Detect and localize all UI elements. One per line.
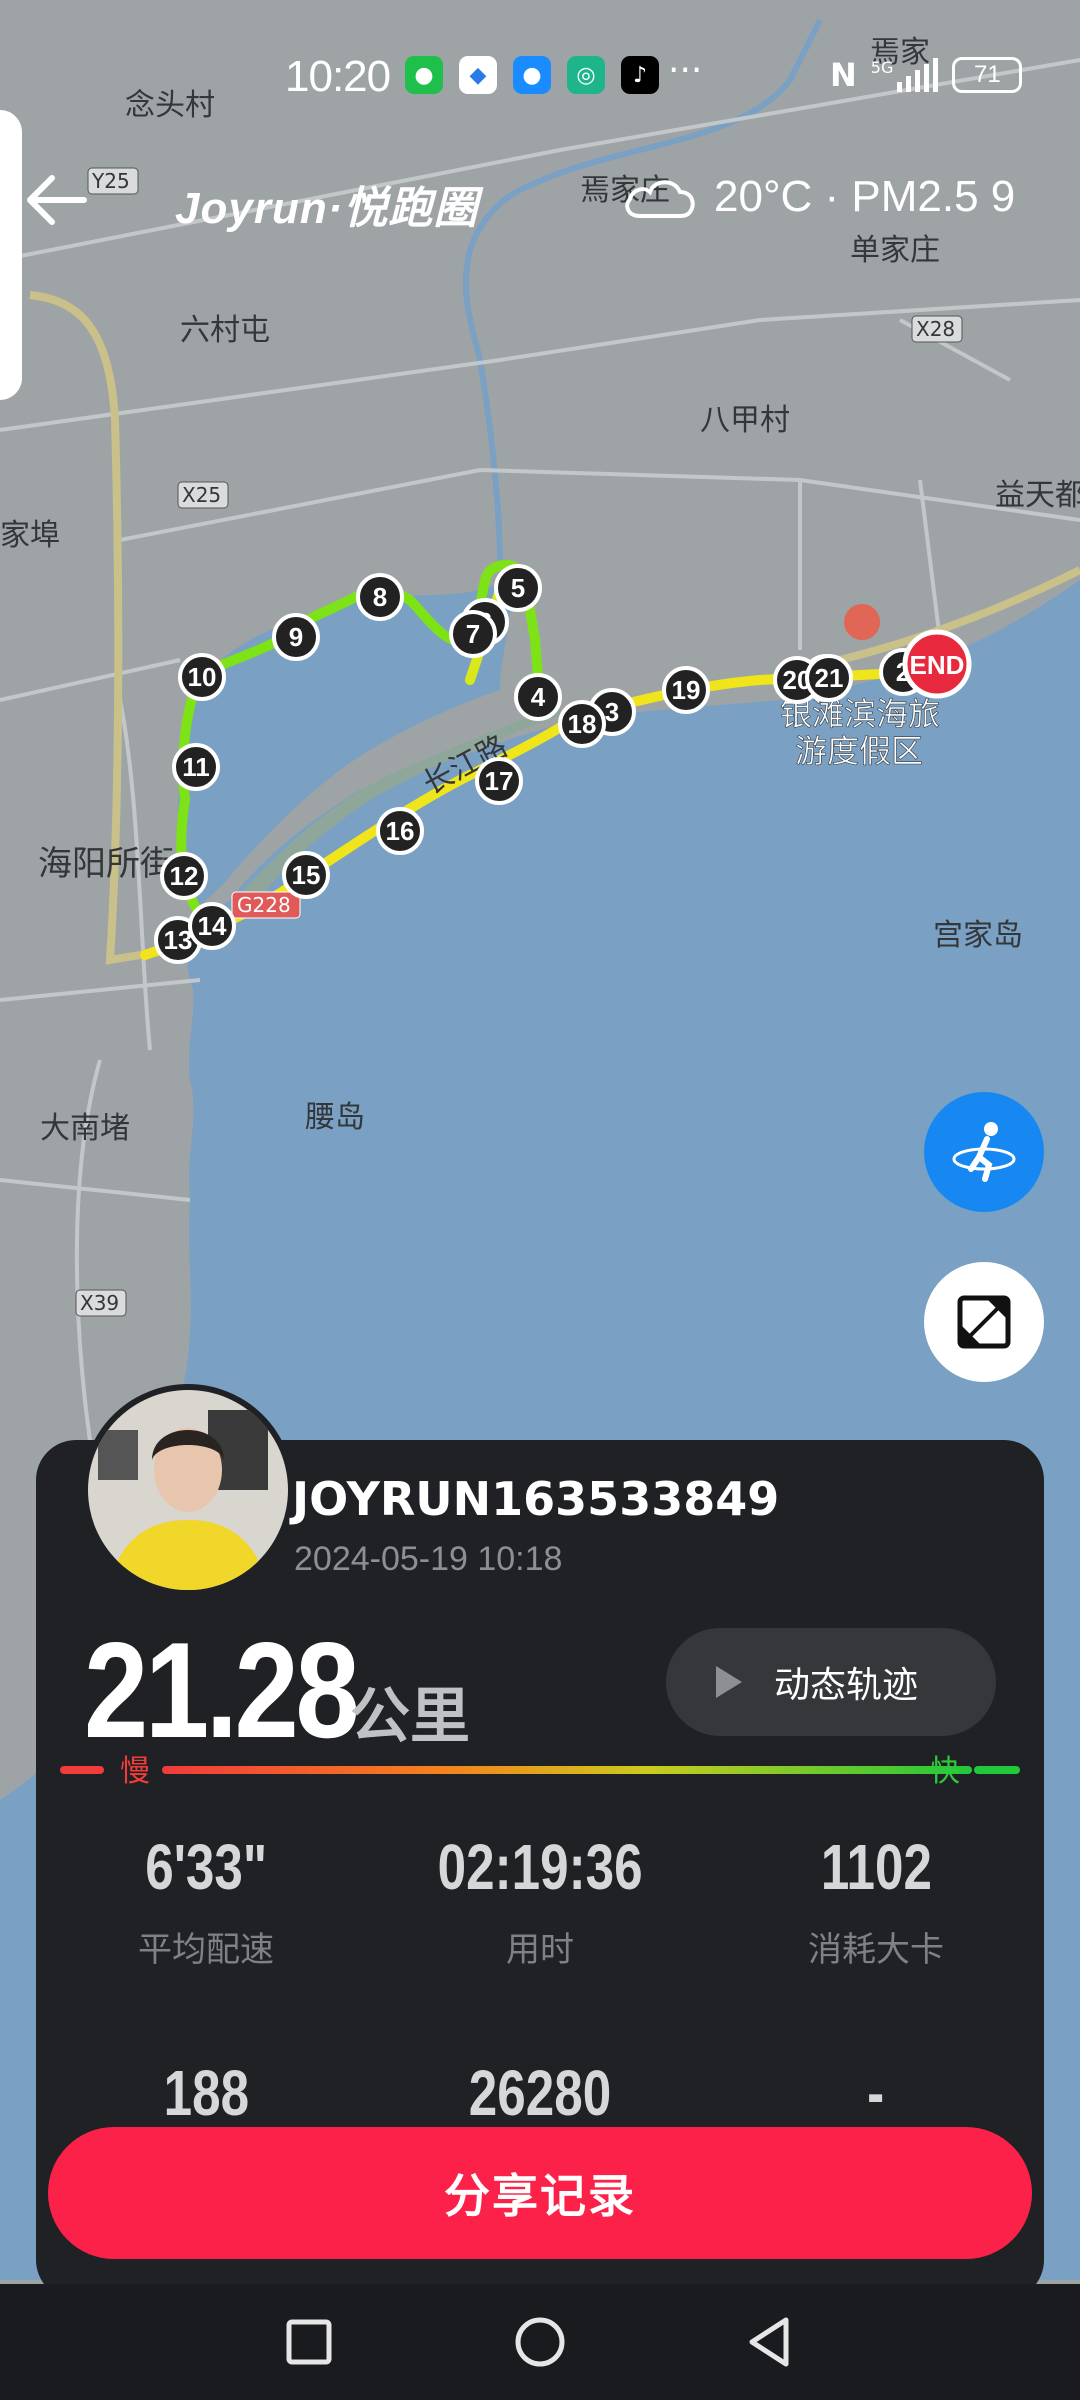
- distance-value: 21.28: [84, 1614, 360, 1766]
- run-datetime: 2024-05-19 10:18: [294, 1540, 563, 1578]
- fast-label: 快: [930, 1754, 960, 1789]
- km-marker-18: 18: [558, 700, 606, 748]
- km-marker-12: 12: [160, 852, 208, 900]
- back-nav-icon[interactable]: [740, 2312, 800, 2372]
- svg-text:海阳所街: 海阳所街: [38, 844, 174, 884]
- avatar[interactable]: [82, 1384, 294, 1596]
- km-marker-11: 11: [172, 743, 220, 791]
- distance-unit: 公里: [350, 1682, 470, 1752]
- tiktok-icon: ♪: [621, 56, 659, 94]
- shield-icon: ◆: [459, 56, 497, 94]
- svg-text:X25: X25: [182, 483, 221, 507]
- svg-text:21: 21: [815, 663, 844, 693]
- km-marker-17: 17: [475, 757, 523, 805]
- status-time: 10:20: [285, 52, 391, 101]
- svg-text:5: 5: [511, 573, 525, 603]
- fit-map-button[interactable]: [924, 1262, 1044, 1382]
- svg-text:17: 17: [485, 766, 514, 796]
- km-marker-19: 19: [662, 666, 710, 714]
- svg-text:六村屯: 六村屯: [180, 313, 270, 348]
- message-icon: ●: [513, 56, 551, 94]
- fit-screen-icon: [957, 1295, 1011, 1349]
- slow-label: 慢: [120, 1754, 150, 1789]
- app-logo: Joyrun·悦跑圈: [175, 184, 479, 233]
- svg-text:4: 4: [531, 682, 546, 712]
- stat-duration: 02:19:36 用时: [437, 1831, 643, 1970]
- svg-text:19: 19: [672, 675, 701, 705]
- pace-gradient-bar: [60, 1766, 1020, 1774]
- svg-text:宫家岛: 宫家岛: [933, 918, 1023, 953]
- svg-text:14: 14: [198, 911, 227, 941]
- stat-avg-pace: 6'33" 平均配速: [138, 1831, 274, 1970]
- svg-text:16: 16: [386, 816, 415, 846]
- svg-text:游度假区: 游度假区: [795, 732, 923, 770]
- replay-track-button[interactable]: 动态轨迹: [666, 1628, 996, 1736]
- svg-text:8: 8: [373, 582, 387, 612]
- wechat-icon: ●: [405, 56, 443, 94]
- svg-text:13: 13: [164, 925, 193, 955]
- stat-extra: -: [867, 2057, 885, 2129]
- runner-icon: [952, 1122, 1016, 1182]
- share-record-button[interactable]: 分享记录: [48, 2127, 1032, 2259]
- svg-text:X28: X28: [916, 317, 955, 341]
- notification-icons: ● ◆ ● ◎ ♪: [405, 56, 659, 94]
- svg-text:18: 18: [568, 709, 597, 739]
- km-marker-15: 15: [282, 851, 330, 899]
- km-marker-9: 9: [272, 613, 320, 661]
- km-marker-8: 8: [356, 573, 404, 621]
- system-icons: N 5G 71: [830, 56, 1023, 94]
- weather-info: 20°C · PM2.5 9: [620, 172, 1015, 222]
- status-bar: 10:20 ● ◆ ● ◎ ♪ ··· N 5G 71: [0, 40, 1080, 120]
- svg-text:10: 10: [188, 662, 217, 692]
- weather-text: 20°C · PM2.5 9: [714, 172, 1016, 221]
- back-arrow-icon[interactable]: [22, 170, 92, 230]
- km-marker-21: 21: [805, 654, 853, 702]
- avatar-photo: [88, 1390, 288, 1590]
- svg-text:9: 9: [289, 622, 303, 652]
- cloud-icon: [625, 180, 695, 218]
- stat-steps: 26280: [468, 2057, 612, 2129]
- mi-icon: ◎: [567, 56, 605, 94]
- km-marker-14: 14: [188, 902, 236, 950]
- svg-text:X39: X39: [80, 1291, 119, 1315]
- svg-text:腰岛: 腰岛: [305, 1100, 365, 1135]
- svg-text:G228: G228: [237, 893, 291, 917]
- svg-text:11: 11: [182, 752, 210, 782]
- username: JOYRUN163533849: [292, 1472, 780, 1526]
- svg-text:15: 15: [292, 860, 321, 890]
- svg-text:家埠: 家埠: [0, 518, 60, 553]
- svg-text:3: 3: [605, 697, 619, 727]
- run-mode-button[interactable]: [924, 1092, 1044, 1212]
- replay-label: 动态轨迹: [774, 1665, 919, 1706]
- svg-text:7: 7: [466, 619, 480, 649]
- recents-icon[interactable]: [279, 2312, 339, 2372]
- stat-heart-rate: 188: [163, 2057, 249, 2129]
- signal-icon: 5G: [871, 58, 939, 92]
- svg-text:END: END: [910, 650, 965, 680]
- more-notifications-icon: ···: [668, 50, 703, 91]
- battery-icon: 71: [952, 57, 1023, 93]
- svg-text:大南堵: 大南堵: [40, 1111, 130, 1146]
- km-marker-5: 5: [494, 564, 542, 612]
- play-icon: [716, 1666, 742, 1698]
- svg-text:12: 12: [170, 861, 199, 891]
- km-marker-4: 4: [514, 673, 562, 721]
- end-marker: END: [902, 629, 972, 699]
- km-marker-7: 7: [449, 610, 497, 658]
- stat-calories: 1102 消耗大卡: [808, 1831, 944, 1970]
- header: Joyrun·悦跑圈 20°C · PM2.5 9: [0, 150, 1080, 260]
- svg-text:益天都: 益天都: [995, 478, 1080, 513]
- km-marker-16: 16: [376, 807, 424, 855]
- nfc-icon: N: [830, 56, 857, 94]
- svg-text:八甲村: 八甲村: [700, 403, 790, 438]
- km-marker-10: 10: [178, 653, 226, 701]
- system-nav-bar: [0, 2284, 1080, 2400]
- home-icon[interactable]: [510, 2312, 570, 2372]
